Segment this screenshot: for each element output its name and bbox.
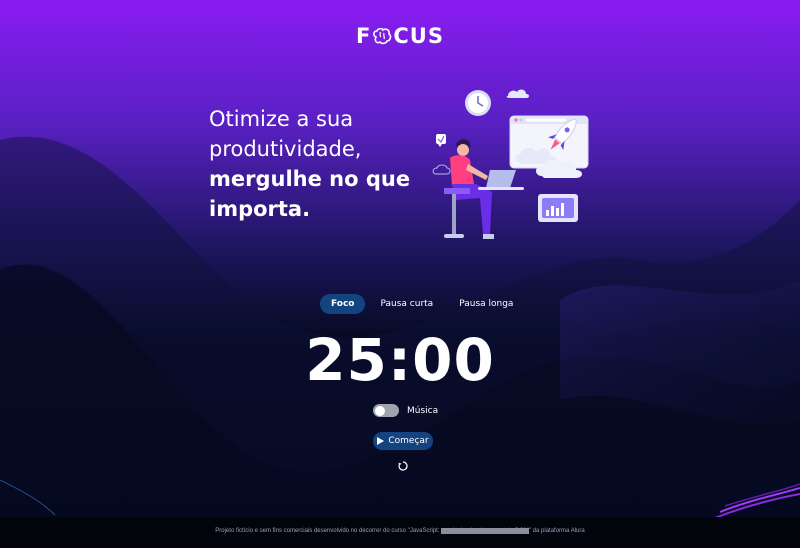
- hero-line-2: produtividade,: [209, 137, 362, 161]
- footer-text-after: " da plataforma Alura: [528, 528, 585, 534]
- start-button[interactable]: Começar: [373, 432, 433, 450]
- brain-icon: [372, 27, 392, 45]
- hero-line-4: importa.: [209, 197, 311, 221]
- hero-line-1: Otimize a sua: [209, 107, 354, 131]
- footer-course-link[interactable]: manipulando elementos do DOM: [441, 528, 529, 534]
- logo-text-left: F: [356, 24, 372, 48]
- chart-card-icon: [538, 194, 578, 222]
- hero-illustration: [432, 89, 589, 239]
- music-toggle[interactable]: [373, 404, 399, 417]
- tab-focus[interactable]: Foco: [320, 294, 366, 314]
- focus-logo: F CUS: [0, 24, 800, 48]
- music-label: Música: [407, 405, 439, 416]
- music-toggle-row: Música: [373, 404, 438, 417]
- footer-text-before: Projeto fictício e sem fins comerciais d…: [215, 528, 442, 534]
- mode-tabs: Foco Pausa curta Pausa longa: [320, 294, 524, 314]
- tab-long-break[interactable]: Pausa longa: [448, 294, 524, 314]
- play-icon: [377, 437, 385, 445]
- reset-icon[interactable]: [397, 460, 409, 472]
- hero-line-3: mergulhe no que: [209, 167, 411, 191]
- timer-display: 25:00: [305, 326, 495, 394]
- footer-credit: Projeto fictício e sem fins comerciais d…: [0, 528, 800, 534]
- tab-short-break[interactable]: Pausa curta: [369, 294, 444, 314]
- start-button-label: Começar: [388, 436, 429, 446]
- clock-icon: [465, 90, 491, 116]
- toggle-knob: [375, 405, 385, 416]
- logo-text-right: CUS: [393, 24, 444, 48]
- hero-heading: Otimize a sua produtividade, mergulhe no…: [209, 104, 439, 224]
